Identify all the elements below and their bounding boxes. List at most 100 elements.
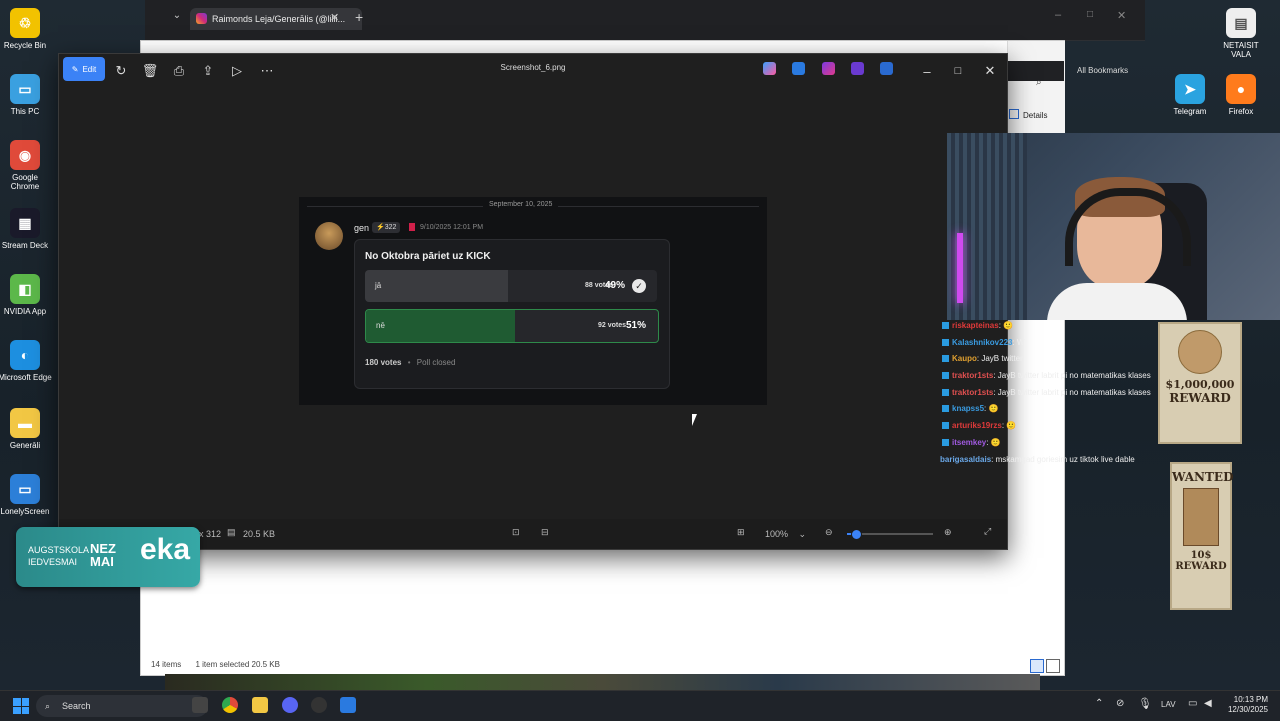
tiles-view-icon[interactable]: [1046, 659, 1060, 673]
poster-reward: REWARD: [1169, 391, 1231, 405]
close-icon[interactable]: ✕: [979, 60, 1001, 82]
poll-option-percent: 49%: [604, 280, 625, 291]
chat-badge-icon: [942, 372, 949, 380]
details-button[interactable]: Details: [1009, 108, 1061, 124]
chat-username[interactable]: riskapteinas: [952, 321, 999, 330]
volume-icon[interactable]: ◀: [1204, 698, 1212, 709]
chat-badge-icon: [942, 338, 949, 346]
zoom-out-icon[interactable]: ⊖: [825, 527, 833, 538]
start-tile: [21, 698, 29, 706]
microphone-icon[interactable]: 🎙: [1138, 697, 1152, 710]
tray-chevron-icon[interactable]: ⌃: [1095, 698, 1103, 709]
role-icon: [409, 223, 415, 231]
poll-question: No Oktobra pāriet uz KICK: [365, 251, 491, 262]
desktop-icon-label: Google Chrome: [10, 173, 40, 191]
logo-mid-text: NEZ MAI: [90, 541, 116, 569]
chat-username[interactable]: arturiks19rzs: [952, 421, 1002, 430]
zoom-select[interactable]: 100% ⌄: [765, 529, 806, 540]
chat-username[interactable]: traktor1sts: [952, 388, 993, 397]
photos-app-icon[interactable]: [340, 697, 356, 713]
app-icon[interactable]: [311, 697, 327, 713]
chat-username[interactable]: knapss5: [952, 404, 984, 413]
desktop-icon[interactable]: ● Firefox: [1213, 74, 1269, 116]
desktop-icon[interactable]: ▤ NETAISIT VALA: [1213, 8, 1269, 59]
chrome-icon[interactable]: [222, 697, 238, 713]
desktop-icon[interactable]: ▬ Generāli: [0, 408, 53, 450]
task-view-icon[interactable]: [192, 697, 208, 713]
desktop-icon[interactable]: ▭ LonelyScreen: [0, 474, 53, 516]
poll-option-fill: [366, 310, 515, 342]
desktop-app-icon: ◉: [10, 140, 40, 170]
start-tile: [21, 706, 29, 714]
user-badge: ⚡322: [372, 222, 401, 233]
desktop-icon[interactable]: ◉ Google Chrome: [0, 140, 53, 191]
desktop-icon[interactable]: ◧ NVIDIA App: [0, 274, 53, 316]
chat-badge-icon: [942, 355, 949, 363]
fit-to-window-icon[interactable]: ⊞: [737, 527, 745, 538]
search-icon[interactable]: ⌕: [1036, 77, 1042, 88]
network-icon[interactable]: ▭: [1188, 698, 1197, 709]
start-button[interactable]: [13, 698, 29, 714]
close-tab-icon[interactable]: ✕: [330, 11, 339, 24]
chat-text: : 🙂: [1001, 421, 1017, 431]
close-window-icon[interactable]: ✕: [1117, 9, 1126, 22]
badge-count: 322: [384, 224, 397, 231]
poll-option: jā 88 votes 49% ✓: [365, 270, 657, 302]
date-label: September 10, 2025: [483, 201, 559, 208]
browser-tabbar: ⌄ Raimonds Leja/Generālis (@lilli... ✕ +…: [145, 0, 1145, 41]
desktop-icon-label: Recycle Bin: [3, 41, 47, 50]
chat-username[interactable]: itsemkey: [952, 438, 986, 447]
details-pane-icon: [1009, 109, 1019, 119]
video-editor-icon[interactable]: [851, 62, 864, 75]
details-label: Details: [1023, 111, 1048, 120]
tray-app-icon[interactable]: ⊘: [1116, 698, 1124, 709]
fullscreen-icon[interactable]: ⤢: [984, 526, 991, 537]
desktop-icon-label: This PC: [10, 107, 40, 116]
desktop-icon[interactable]: ▦ Stream Deck: [0, 208, 53, 250]
file-size: 20.5 KB: [243, 529, 276, 539]
desktop-app-icon: ◧: [10, 274, 40, 304]
desktop-icon[interactable]: ♲ Recycle Bin: [0, 8, 53, 50]
chat-message: riskapteinas: 🙂: [940, 318, 1170, 335]
chat-username[interactable]: Kalashnikov223: [952, 338, 1012, 347]
zoom-in-icon[interactable]: ⊕: [944, 527, 952, 538]
chat-message: traktor1sts: JayB twitter labrit pi no m…: [940, 385, 1170, 402]
chat-username[interactable]: barigasaldais: [940, 455, 991, 464]
desktop-icon[interactable]: ➤ Telegram: [1162, 74, 1218, 116]
desktop-app-icon: ▬: [10, 408, 40, 438]
onedrive-icon[interactable]: [880, 62, 893, 75]
poster-portrait: [1178, 330, 1222, 374]
chat-message: knapss5: 🙂: [940, 401, 1170, 418]
visual-search-icon[interactable]: ⊡: [512, 527, 520, 538]
clipchamp-icon[interactable]: [822, 62, 835, 75]
text-scan-icon[interactable]: ⊟: [541, 527, 549, 538]
zoom-slider-thumb[interactable]: [850, 529, 862, 540]
maximize-icon[interactable]: □: [1087, 9, 1093, 20]
copilot-icon[interactable]: [763, 62, 776, 75]
desktop-icon[interactable]: ◐ Microsoft Edge: [0, 340, 53, 382]
chat-username[interactable]: traktor1sts: [952, 371, 993, 380]
chat-text: : W: [1012, 337, 1025, 347]
discord-icon[interactable]: [282, 697, 298, 713]
taskbar-search[interactable]: ⌕ Search: [36, 695, 208, 717]
clock[interactable]: 10:13 PM 12/30/2025: [1224, 695, 1268, 715]
list-view-icon[interactable]: [1030, 659, 1044, 673]
image-dimensions: x 312: [199, 529, 222, 539]
chat-badge-icon: [942, 322, 949, 329]
poll-status: Poll closed: [416, 358, 456, 367]
language-indicator[interactable]: LAV: [1161, 700, 1176, 709]
minimize-icon[interactable]: –: [916, 60, 938, 82]
minimize-icon[interactable]: –: [1055, 9, 1061, 21]
tab-list-button[interactable]: ⌄: [169, 10, 185, 26]
designer-icon[interactable]: [792, 62, 805, 75]
all-bookmarks-link[interactable]: All Bookmarks: [1077, 66, 1128, 75]
chat-username[interactable]: Kaupo: [952, 354, 977, 363]
wanted-poster: WANTED 10$ REWARD: [1170, 462, 1233, 610]
file-explorer-icon[interactable]: [252, 697, 268, 713]
desktop-icon[interactable]: ▭ This PC: [0, 74, 53, 116]
new-tab-button[interactable]: +: [355, 9, 363, 25]
search-placeholder: Search: [62, 701, 91, 711]
maximize-icon[interactable]: □: [947, 60, 969, 82]
zoom-slider[interactable]: [847, 529, 933, 540]
username: gen: [354, 223, 370, 233]
